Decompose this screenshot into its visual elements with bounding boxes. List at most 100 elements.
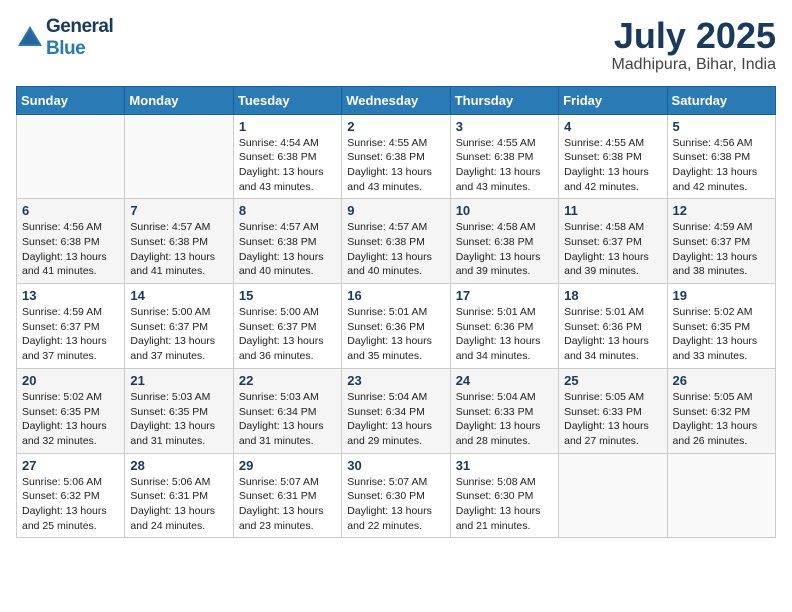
calendar-table: SundayMondayTuesdayWednesdayThursdayFrid… [16, 86, 776, 539]
calendar-cell: 10Sunrise: 4:58 AM Sunset: 6:38 PM Dayli… [450, 199, 558, 284]
day-info: Sunrise: 5:06 AM Sunset: 6:32 PM Dayligh… [22, 475, 119, 534]
day-number: 17 [456, 288, 553, 303]
day-info: Sunrise: 4:58 AM Sunset: 6:38 PM Dayligh… [456, 220, 553, 279]
day-number: 6 [22, 203, 119, 218]
calendar-cell: 2 Sunrise: 4:55 AM Sunset: 6:38 PM Daylig… [342, 114, 450, 199]
calendar-cell: 15 Sunrise: 5:00 AM Sunset: 6:37 PM Dayli… [233, 284, 341, 369]
day-info: Sunrise: 4:54 AM Sunset: 6:38 PM Dayligh… [239, 136, 336, 195]
calendar-cell: 18 Sunrise: 5:01 AM Sunset: 6:36 PM Dayli… [559, 284, 667, 369]
calendar-cell: 29 Sunrise: 5:07 AM Sunset: 6:31 PM Dayli… [233, 453, 341, 538]
day-info: Sunrise: 5:03 AM Sunset: 6:34 PM Dayligh… [239, 390, 336, 449]
day-number: 13 [22, 288, 119, 303]
calendar-cell: 20 Sunrise: 5:02 AM Sunset: 6:35 PM Dayli… [17, 368, 125, 453]
day-number: 12 [673, 203, 770, 218]
calendar-cell: 4 Sunrise: 4:55 AM Sunset: 6:38 PM Daylig… [559, 114, 667, 199]
calendar-cell: 13 Sunrise: 4:59 AM Sunset: 6:37 PM Dayli… [17, 284, 125, 369]
calendar-cell: 31 Sunrise: 5:08 AM Sunset: 6:30 PM Dayli… [450, 453, 558, 538]
day-info: Sunrise: 4:55 AM Sunset: 6:38 PM Dayligh… [564, 136, 661, 195]
calendar-cell [125, 114, 233, 199]
day-number: 29 [239, 458, 336, 473]
day-info: Sunrise: 5:01 AM Sunset: 6:36 PM Dayligh… [456, 305, 553, 364]
day-info: Sunrise: 5:01 AM Sunset: 6:36 PM Dayligh… [564, 305, 661, 364]
day-number: 5 [673, 119, 770, 134]
calendar-cell: 8 Sunrise: 4:57 AM Sunset: 6:38 PM Daylig… [233, 199, 341, 284]
day-info: Sunrise: 5:01 AM Sunset: 6:36 PM Dayligh… [347, 305, 444, 364]
calendar-cell: 16 Sunrise: 5:01 AM Sunset: 6:36 PM Dayli… [342, 284, 450, 369]
day-number: 15 [239, 288, 336, 303]
day-number: 21 [130, 373, 227, 388]
day-info: Sunrise: 5:07 AM Sunset: 6:31 PM Dayligh… [239, 475, 336, 534]
calendar-cell [559, 453, 667, 538]
day-info: Sunrise: 4:56 AM Sunset: 6:38 PM Dayligh… [673, 136, 770, 195]
calendar-cell: 30 Sunrise: 5:07 AM Sunset: 6:30 PM Dayli… [342, 453, 450, 538]
calendar-cell: 7 Sunrise: 4:57 AM Sunset: 6:38 PM Daylig… [125, 199, 233, 284]
day-info: Sunrise: 4:58 AM Sunset: 6:37 PM Dayligh… [564, 220, 661, 279]
calendar-cell: 28 Sunrise: 5:06 AM Sunset: 6:31 PM Dayli… [125, 453, 233, 538]
calendar-cell: 14Sunrise: 5:00 AM Sunset: 6:37 PM Dayli… [125, 284, 233, 369]
col-header-thursday: Thursday [450, 86, 558, 114]
col-header-saturday: Saturday [667, 86, 775, 114]
day-info: Sunrise: 5:06 AM Sunset: 6:31 PM Dayligh… [130, 475, 227, 534]
day-info: Sunrise: 5:02 AM Sunset: 6:35 PM Dayligh… [22, 390, 119, 449]
calendar-cell: 21 Sunrise: 5:03 AM Sunset: 6:35 PM Dayli… [125, 368, 233, 453]
day-number: 20 [22, 373, 119, 388]
calendar-cell [667, 453, 775, 538]
month-title: July 2025 [611, 16, 776, 56]
day-info: Sunrise: 5:03 AM Sunset: 6:35 PM Dayligh… [130, 390, 227, 449]
logo-general: General [46, 16, 113, 38]
calendar-cell: 1 Sunrise: 4:54 AM Sunset: 6:38 PM Daylig… [233, 114, 341, 199]
calendar-cell: 27 Sunrise: 5:06 AM Sunset: 6:32 PM Dayli… [17, 453, 125, 538]
location: Madhipura, Bihar, India [611, 56, 776, 74]
day-info: Sunrise: 5:04 AM Sunset: 6:34 PM Dayligh… [347, 390, 444, 449]
day-number: 16 [347, 288, 444, 303]
calendar-cell: 24Sunrise: 5:04 AM Sunset: 6:33 PM Dayli… [450, 368, 558, 453]
calendar-cell: 12 Sunrise: 4:59 AM Sunset: 6:37 PM Dayli… [667, 199, 775, 284]
logo: General Blue [16, 16, 113, 60]
col-header-sunday: Sunday [17, 86, 125, 114]
day-number: 28 [130, 458, 227, 473]
day-number: 25 [564, 373, 661, 388]
col-header-tuesday: Tuesday [233, 86, 341, 114]
day-info: Sunrise: 5:00 AM Sunset: 6:37 PM Dayligh… [130, 305, 227, 364]
day-number: 30 [347, 458, 444, 473]
calendar-cell: 5 Sunrise: 4:56 AM Sunset: 6:38 PM Daylig… [667, 114, 775, 199]
title-block: July 2025 Madhipura, Bihar, India [611, 16, 776, 74]
day-number: 27 [22, 458, 119, 473]
day-info: Sunrise: 5:04 AM Sunset: 6:33 PM Dayligh… [456, 390, 553, 449]
day-number: 31 [456, 458, 553, 473]
day-info: Sunrise: 4:57 AM Sunset: 6:38 PM Dayligh… [239, 220, 336, 279]
calendar-cell: 19Sunrise: 5:02 AM Sunset: 6:35 PM Dayli… [667, 284, 775, 369]
day-info: Sunrise: 5:07 AM Sunset: 6:30 PM Dayligh… [347, 475, 444, 534]
day-info: Sunrise: 4:55 AM Sunset: 6:38 PM Dayligh… [347, 136, 444, 195]
day-info: Sunrise: 4:57 AM Sunset: 6:38 PM Dayligh… [130, 220, 227, 279]
col-header-monday: Monday [125, 86, 233, 114]
day-number: 18 [564, 288, 661, 303]
day-number: 8 [239, 203, 336, 218]
day-number: 3 [456, 119, 553, 134]
calendar-cell: 9Sunrise: 4:57 AM Sunset: 6:38 PM Daylig… [342, 199, 450, 284]
calendar-cell: 25Sunrise: 5:05 AM Sunset: 6:33 PM Dayli… [559, 368, 667, 453]
day-info: Sunrise: 5:02 AM Sunset: 6:35 PM Dayligh… [673, 305, 770, 364]
day-number: 1 [239, 119, 336, 134]
logo-icon [16, 24, 44, 52]
calendar-cell: 11 Sunrise: 4:58 AM Sunset: 6:37 PM Dayli… [559, 199, 667, 284]
col-header-wednesday: Wednesday [342, 86, 450, 114]
day-number: 22 [239, 373, 336, 388]
calendar-cell: 22 Sunrise: 5:03 AM Sunset: 6:34 PM Dayli… [233, 368, 341, 453]
day-info: Sunrise: 5:08 AM Sunset: 6:30 PM Dayligh… [456, 475, 553, 534]
logo-blue: Blue [46, 38, 113, 60]
day-info: Sunrise: 5:00 AM Sunset: 6:37 PM Dayligh… [239, 305, 336, 364]
calendar-cell [17, 114, 125, 199]
day-info: Sunrise: 4:56 AM Sunset: 6:38 PM Dayligh… [22, 220, 119, 279]
day-info: Sunrise: 4:59 AM Sunset: 6:37 PM Dayligh… [22, 305, 119, 364]
day-number: 4 [564, 119, 661, 134]
day-info: Sunrise: 5:05 AM Sunset: 6:32 PM Dayligh… [673, 390, 770, 449]
col-header-friday: Friday [559, 86, 667, 114]
day-number: 26 [673, 373, 770, 388]
day-info: Sunrise: 4:59 AM Sunset: 6:37 PM Dayligh… [673, 220, 770, 279]
day-number: 2 [347, 119, 444, 134]
day-number: 7 [130, 203, 227, 218]
day-number: 9 [347, 203, 444, 218]
calendar-cell: 23Sunrise: 5:04 AM Sunset: 6:34 PM Dayli… [342, 368, 450, 453]
day-number: 11 [564, 203, 661, 218]
